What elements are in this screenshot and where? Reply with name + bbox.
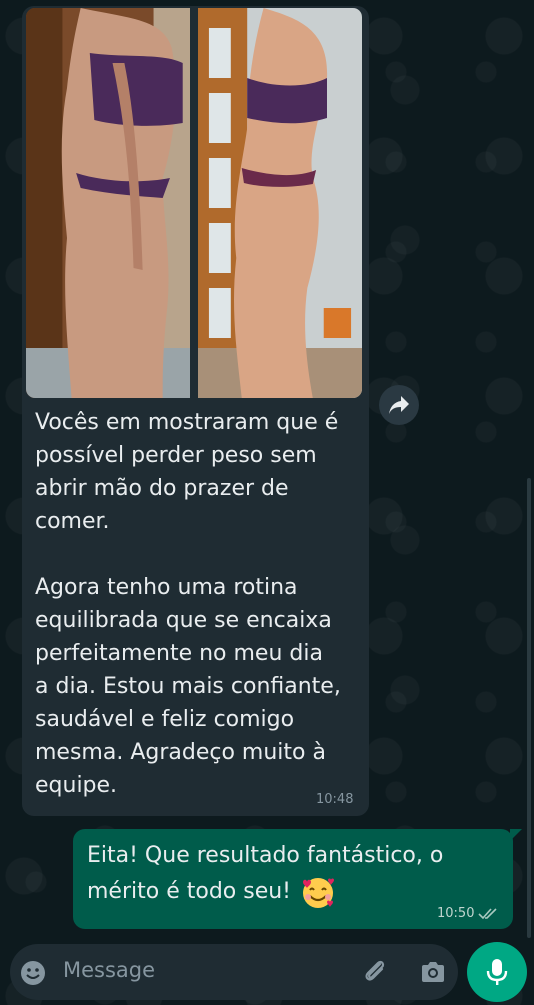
incoming-message-time: 10:48 (316, 792, 354, 807)
after-photo-image (198, 8, 362, 398)
forward-icon (389, 396, 409, 414)
before-photo-image (26, 8, 190, 398)
emoji-icon[interactable] (18, 958, 48, 988)
outgoing-message-meta: 10:50 (437, 906, 498, 921)
smiling-face-with-hearts-icon (303, 878, 334, 908)
outgoing-message-time: 10:50 (437, 906, 475, 921)
incoming-message-text: Vocês em mostraram que é possível perder… (35, 410, 341, 798)
forward-button[interactable] (379, 385, 419, 425)
message-input[interactable]: Message (63, 958, 155, 982)
before-photo[interactable] (26, 8, 190, 398)
after-photo[interactable] (198, 8, 362, 398)
microphone-icon (486, 959, 508, 985)
voice-message-button[interactable] (467, 942, 527, 1002)
camera-icon[interactable] (418, 957, 448, 987)
message-photo[interactable] (26, 8, 362, 398)
outgoing-message-content: Eita! Que resultado fantástico, o mérito… (87, 838, 487, 910)
read-receipt-icon (478, 907, 498, 919)
outgoing-message-text: Eita! Que resultado fantástico, o mérito… (87, 843, 444, 904)
scrollbar[interactable] (527, 478, 531, 938)
attachment-icon[interactable] (360, 956, 390, 986)
